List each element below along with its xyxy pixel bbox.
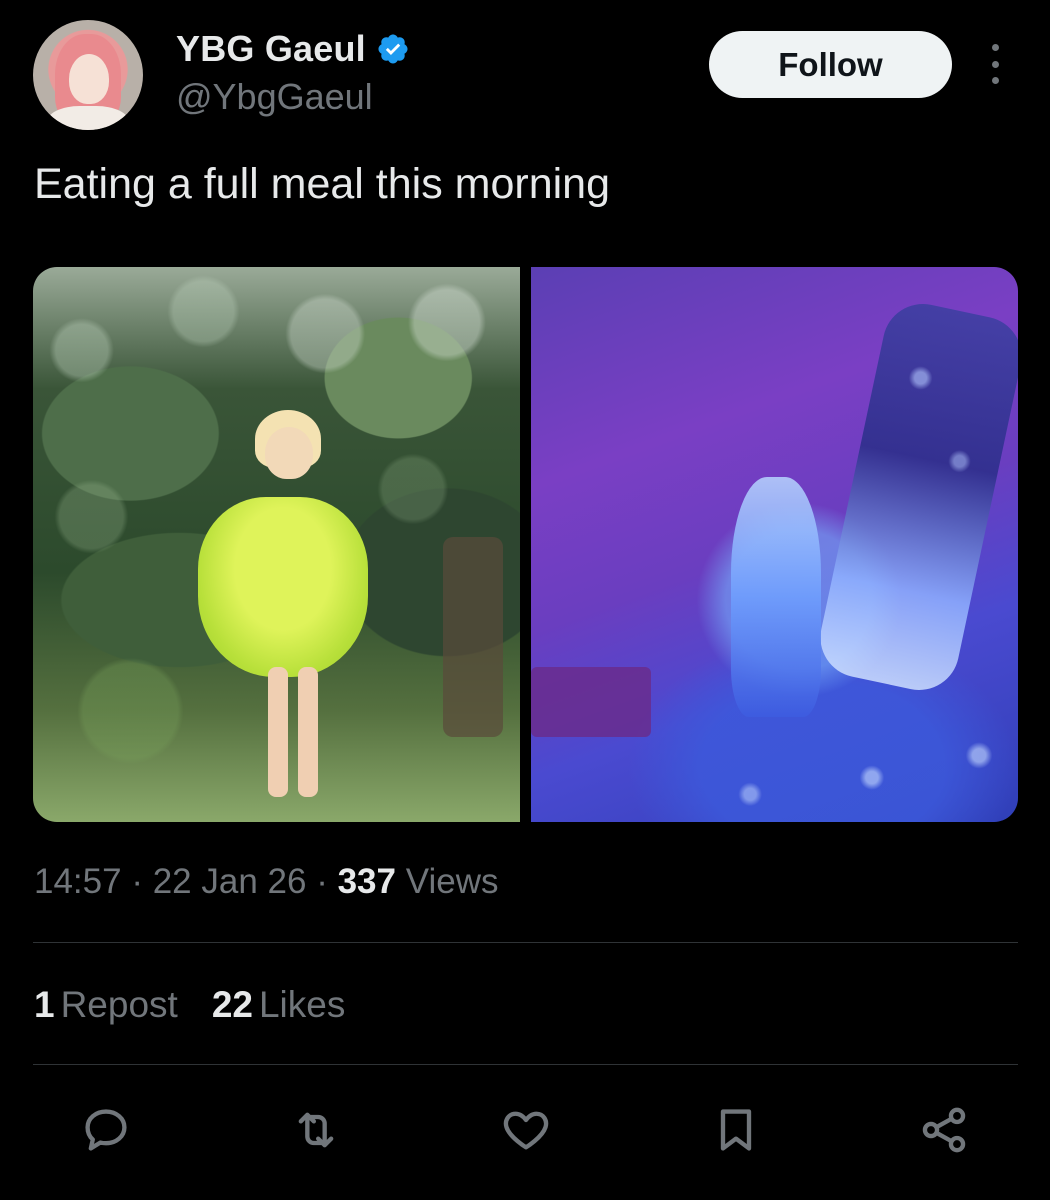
engagement-stats: 1 Repost 22 Likes (34, 984, 345, 1026)
glitter (531, 267, 1018, 822)
more-options-icon[interactable] (980, 44, 1010, 84)
reposts-label: Repost (60, 984, 178, 1025)
likes-label: Likes (258, 984, 346, 1025)
author-display-name[interactable]: YBG Gaeul (176, 28, 366, 70)
more-dot (991, 77, 999, 84)
meta-separator: · (316, 862, 338, 901)
tweet-date[interactable]: 22 Jan 26 (153, 862, 307, 901)
media-grid (33, 267, 1018, 822)
reposts-stat[interactable]: 1 Repost (34, 984, 178, 1026)
repost-icon (298, 1112, 334, 1148)
views-label: Views (405, 862, 499, 901)
tweet-text: Eating a full meal this morning (34, 160, 611, 208)
leg (298, 667, 318, 797)
avatar-face (69, 54, 109, 104)
avatar-shoulders (47, 106, 129, 130)
divider (33, 1064, 1018, 1065)
media-photo-2[interactable] (531, 267, 1018, 822)
avatar[interactable] (33, 20, 143, 130)
divider (33, 942, 1018, 943)
tree-trunk (443, 537, 503, 737)
face (265, 427, 313, 479)
share-button[interactable] (914, 1100, 974, 1160)
author-handle[interactable]: @YbgGaeul (176, 76, 373, 118)
more-dot (991, 44, 999, 51)
reposts-count: 1 (34, 984, 55, 1025)
tweet-meta: 14:57 · 22 Jan 26 · 337 Views (34, 862, 498, 902)
green-dress (198, 497, 368, 677)
author-name-row[interactable]: YBG Gaeul (176, 28, 410, 70)
views-count: 337 (337, 862, 396, 901)
follow-button[interactable]: Follow (709, 31, 952, 98)
meta-separator: · (131, 862, 153, 901)
tweet-detail: YBG Gaeul @YbgGaeul Follow Eating a full… (0, 0, 1050, 1200)
likes-count: 22 (211, 984, 253, 1025)
like-button[interactable] (496, 1100, 556, 1160)
heart-icon (503, 1111, 549, 1150)
bookmark-icon (720, 1109, 752, 1151)
verified-badge-icon (376, 32, 410, 66)
media-photo-1[interactable] (33, 267, 520, 822)
more-dot (991, 60, 999, 68)
reply-button[interactable] (76, 1100, 136, 1160)
reply-icon (85, 1109, 127, 1151)
tweet-time[interactable]: 14:57 (34, 862, 122, 901)
share-icon (922, 1107, 966, 1153)
bookmark-button[interactable] (706, 1100, 766, 1160)
likes-stat[interactable]: 22 Likes (212, 984, 346, 1026)
repost-button[interactable] (286, 1100, 346, 1160)
leg (268, 667, 288, 797)
